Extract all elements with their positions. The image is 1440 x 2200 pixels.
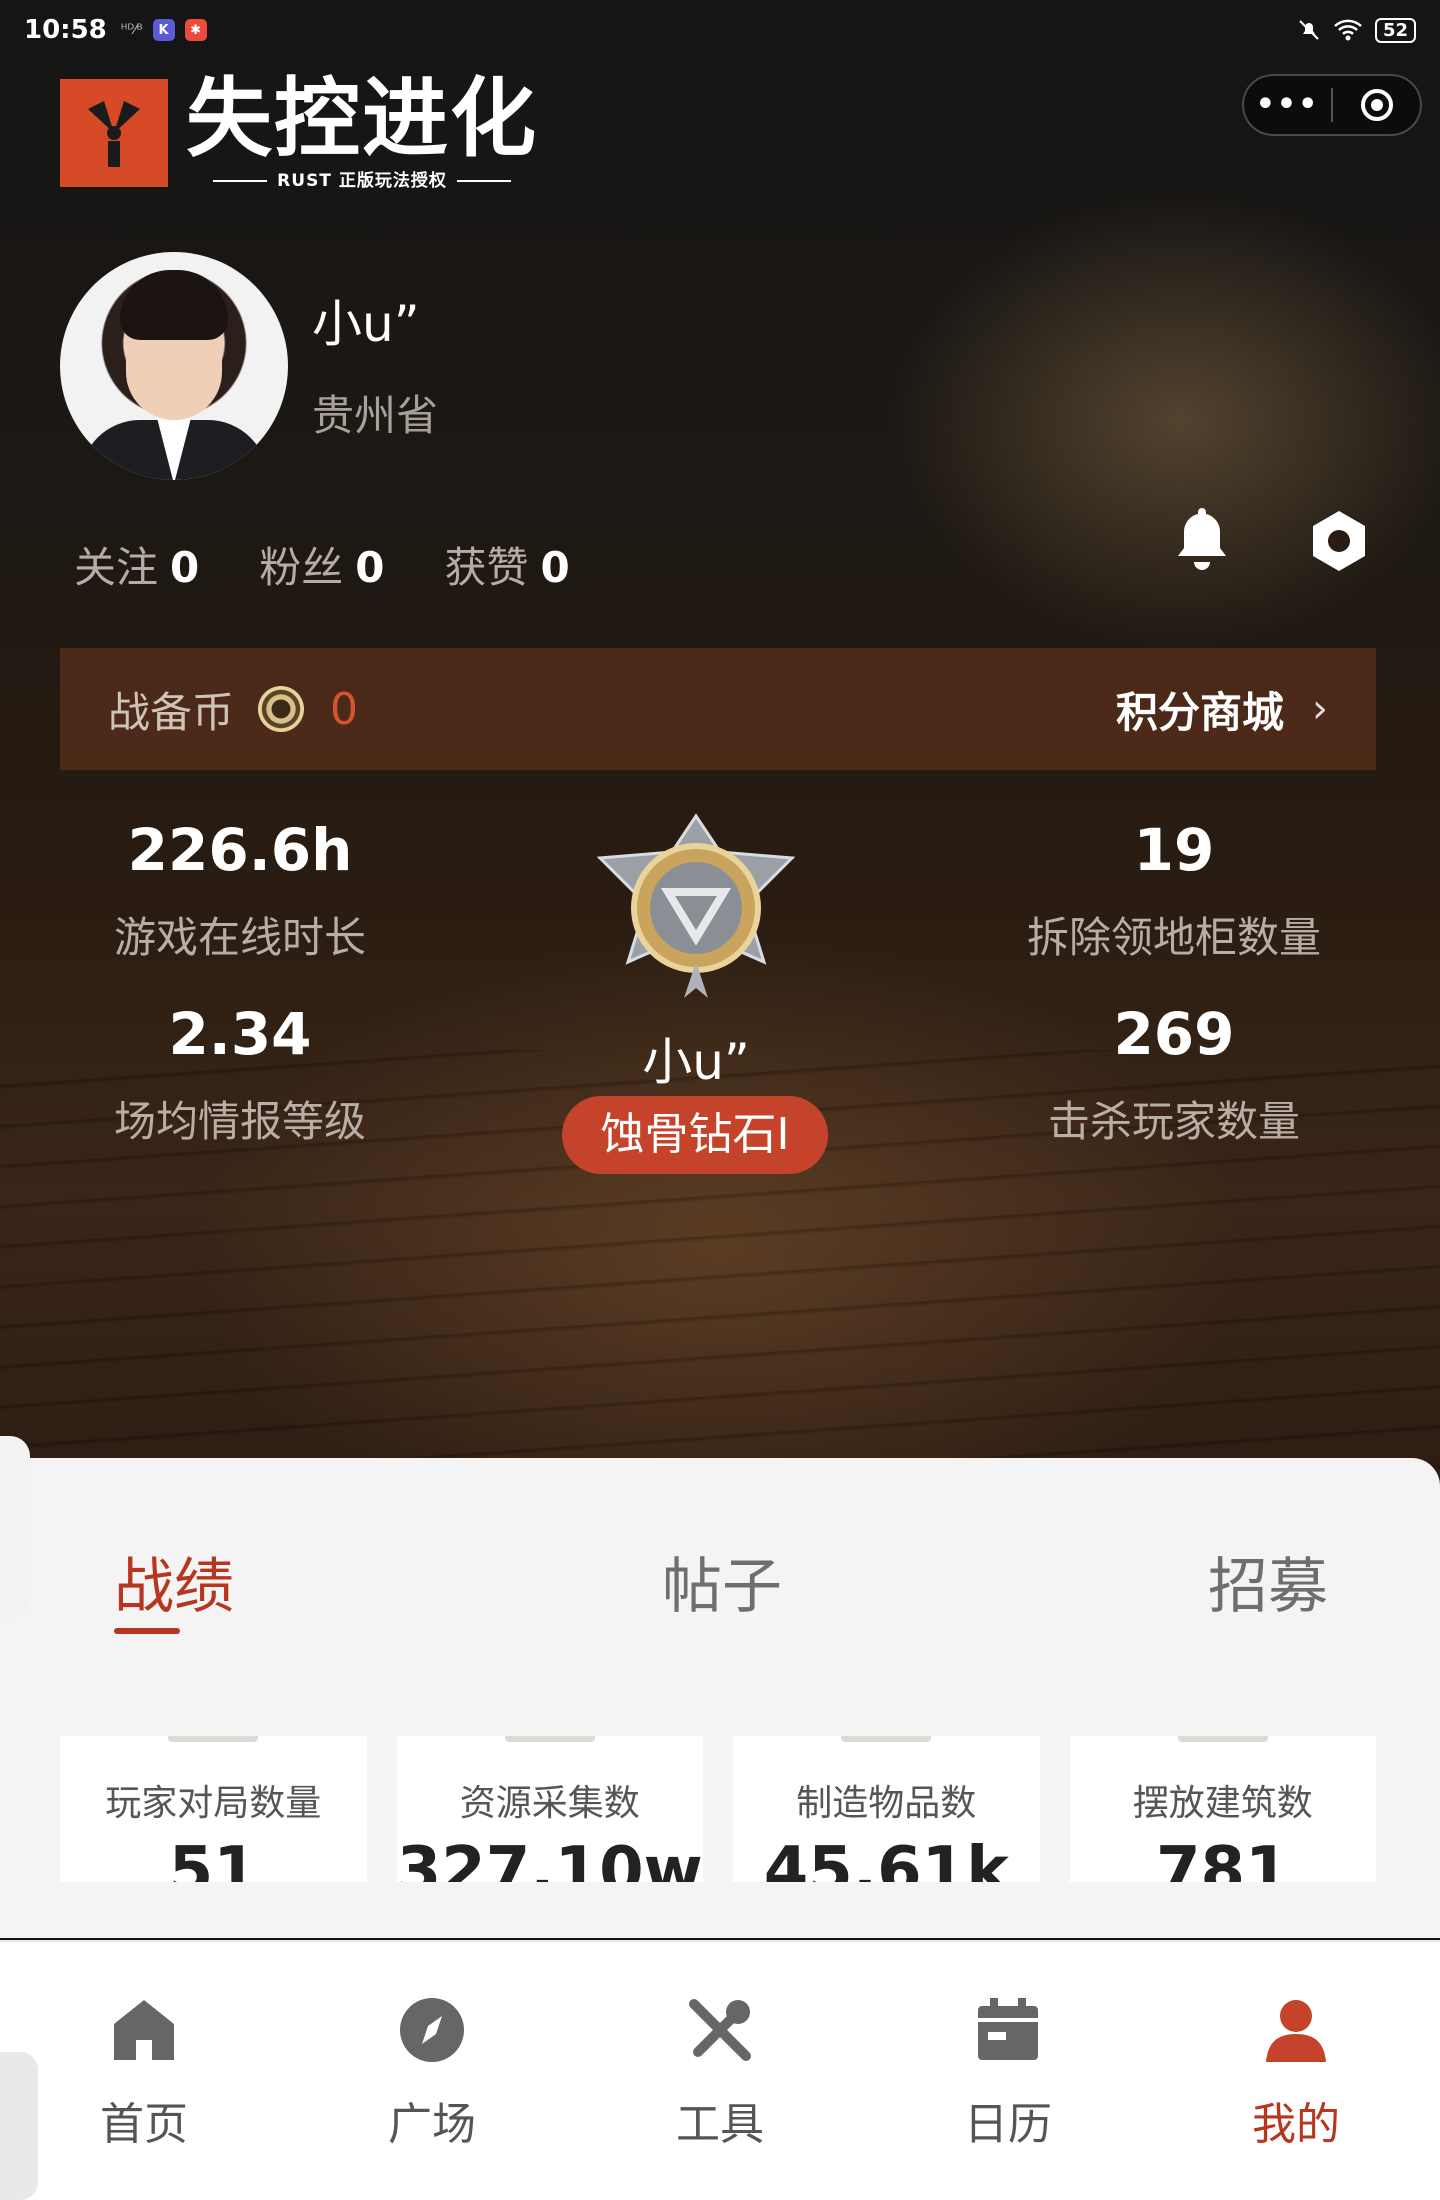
status-indicators: 52	[1297, 17, 1416, 43]
card-decoration	[1177, 1736, 1268, 1742]
avatar[interactable]	[60, 252, 288, 480]
battery-indicator: 52	[1374, 17, 1416, 43]
nav-label: 首页	[100, 2099, 188, 2150]
card-decoration	[841, 1736, 932, 1742]
target-icon	[1360, 89, 1393, 121]
card-decoration	[504, 1736, 595, 1742]
rank-badge-icon	[596, 813, 796, 998]
card-decoration	[168, 1736, 259, 1742]
card-label: 制造物品数	[796, 1783, 977, 1824]
tab-recruit[interactable]: 招募	[1208, 1538, 1328, 1625]
stat-card-resources[interactable]: 资源采集数 327.10w	[396, 1736, 703, 1882]
side-drawer-handle[interactable]	[0, 1436, 30, 1618]
status-app-icon: ✱	[184, 19, 207, 41]
nav-square[interactable]: 广场	[332, 1994, 532, 2152]
rank-tier-badge: 蚀骨钻石I	[562, 1096, 828, 1174]
stat-value: 269	[1113, 1000, 1235, 1068]
close-miniprogram-button[interactable]	[1333, 89, 1420, 121]
card-value: 45.61k	[763, 1834, 1009, 1882]
username: 小u”	[312, 295, 420, 353]
nav-mine[interactable]: 我的	[1196, 1994, 1396, 2152]
stat-label: 击杀玩家数量	[1047, 1097, 1300, 1146]
compass-icon	[400, 1998, 464, 2062]
chevron-right-icon: ›	[1312, 686, 1328, 732]
stat-label: 拆除领地柜数量	[1026, 913, 1321, 962]
calendar-icon	[978, 1998, 1038, 2060]
bell-icon[interactable]	[1170, 504, 1234, 574]
nav-label: 我的	[1252, 2099, 1340, 2150]
stat-card-crafted[interactable]: 制造物品数 45.61k	[733, 1736, 1040, 1882]
coin-value: 0	[330, 683, 359, 735]
stat-card-matches[interactable]: 玩家对局数量 51	[60, 1736, 367, 1882]
status-network-text: ᴴᴰ⁄ᴮ	[120, 22, 143, 38]
floating-handle[interactable]	[0, 2052, 38, 2200]
nav-label: 日历	[964, 2099, 1052, 2150]
stat-cabinets-removed: 19 拆除领地柜数量	[964, 816, 1384, 965]
profile-icon	[1266, 2000, 1326, 2062]
status-app-icon: K	[152, 19, 175, 41]
logo-title: 失控进化	[186, 69, 538, 169]
bottom-navigation: 首页 广场 工具 日历 我的	[0, 1940, 1440, 2200]
card-label: 摆放建筑数	[1132, 1783, 1313, 1824]
stat-intel-level: 2.34 场均情报等级	[30, 1000, 450, 1149]
nav-label: 工具	[676, 2099, 764, 2150]
tab-posts[interactable]: 帖子	[662, 1538, 782, 1625]
points-mall-label: 积分商城	[1115, 687, 1284, 737]
tools-icon	[689, 1999, 751, 2061]
tab-records[interactable]: 战绩	[114, 1538, 234, 1625]
card-value: 327.10w	[396, 1834, 703, 1882]
nav-calendar[interactable]: 日历	[908, 1994, 1108, 2152]
status-bar: 10:58 ᴴᴰ⁄ᴮ K ✱ 52	[0, 0, 1440, 60]
nav-home[interactable]: 首页	[44, 1994, 244, 2152]
nav-tools[interactable]: 工具	[620, 1994, 820, 2152]
more-menu-button[interactable]: •••	[1244, 90, 1331, 120]
miniprogram-capsule: •••	[1242, 74, 1422, 136]
home-icon	[114, 2000, 174, 2060]
stat-value: 2.34	[168, 1000, 312, 1068]
following-count[interactable]: 关注 0	[74, 534, 199, 595]
coin-icon	[258, 686, 305, 732]
app-logo: 失控进化 RUST 正版玩法授权	[60, 74, 538, 191]
logo-radiation-icon	[60, 78, 168, 187]
stat-online-time: 226.6h 游戏在线时长	[30, 816, 450, 965]
stat-value: 226.6h	[127, 816, 353, 884]
stat-kills: 269 击杀玩家数量	[964, 1000, 1384, 1149]
card-value: 781	[1155, 1834, 1290, 1882]
points-mall-link[interactable]: 积分商城 ›	[1116, 679, 1328, 740]
user-province: 贵州省	[312, 391, 439, 440]
followers-count[interactable]: 粉丝 0	[259, 534, 384, 595]
coin-label: 战备币	[108, 687, 235, 737]
tab-active-indicator	[114, 1628, 180, 1634]
card-label: 玩家对局数量	[105, 1783, 322, 1824]
stats-cards: 玩家对局数量 51 资源采集数 327.10w 制造物品数 45.61k 摆放建…	[60, 1736, 1376, 1882]
mute-icon	[1299, 20, 1319, 40]
logo-subtitle: RUST 正版玩法授权	[186, 164, 538, 191]
settings-icon[interactable]	[1306, 508, 1372, 574]
coin-bar: 战备币 0 积分商城 ›	[60, 648, 1376, 770]
likes-count[interactable]: 获赞 0	[445, 534, 570, 595]
wifi-icon	[1334, 19, 1362, 41]
stat-label: 场均情报等级	[113, 1097, 366, 1146]
stat-card-buildings[interactable]: 摆放建筑数 781	[1069, 1736, 1376, 1882]
stat-label: 游戏在线时长	[113, 913, 366, 962]
stat-value: 19	[1133, 816, 1215, 884]
card-value: 51	[168, 1834, 258, 1882]
social-counts: 关注 0 粉丝 0 获赞 0	[74, 534, 570, 595]
status-time: 10:58	[24, 15, 107, 45]
card-label: 资源采集数	[459, 1783, 640, 1824]
nav-label: 广场	[388, 2099, 476, 2150]
rank-username: 小u”	[642, 1033, 750, 1091]
